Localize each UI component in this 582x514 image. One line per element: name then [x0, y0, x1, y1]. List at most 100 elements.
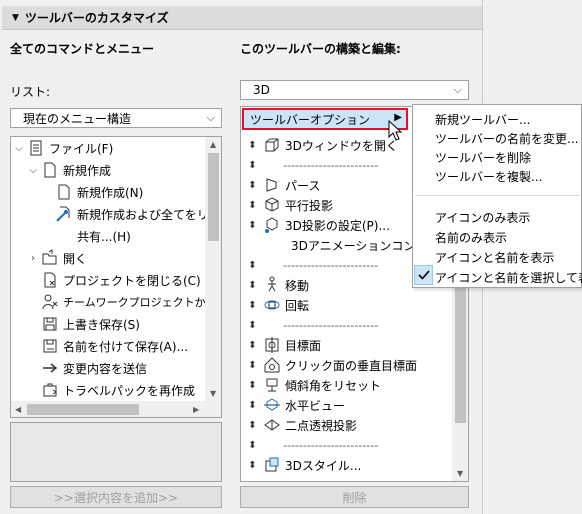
toolbar-options-menu[interactable]: 新規ツールバー... ツールバーの名前を変更... ツールバーを削除 ツールバー…: [412, 104, 582, 288]
delete-button[interactable]: 削除: [240, 486, 469, 508]
menu-item-new-toolbar[interactable]: 新規ツールバー...: [435, 111, 530, 128]
toolbar-row[interactable]: ⬍ 3D投影の設定(P)...: [241, 214, 441, 236]
drag-handle-icon[interactable]: ⬍: [245, 280, 259, 291]
tree-item[interactable]: 名前を付けて保存(A)...: [41, 335, 188, 357]
add-selection-button[interactable]: >>選択内容を追加>>: [10, 486, 222, 508]
toolbar-row-label: 移動: [285, 278, 310, 293]
parallel-projection-icon: [263, 196, 281, 214]
toolbar-row-label: 目標面: [285, 338, 322, 353]
toolbar-row-label: 傾斜角をリセット: [285, 378, 382, 393]
document-icon: [41, 161, 59, 179]
toolbar-row-label: 回転: [285, 298, 310, 313]
tree-item-label: トラベルパックを再作成: [63, 383, 196, 398]
scroll-thumb[interactable]: [208, 153, 219, 241]
drag-handle-icon[interactable]: ⬍: [245, 180, 259, 191]
menu-item-icons-and-selected-names[interactable]: アイコンと名前を選択して表示: [435, 269, 582, 286]
toolbar-select[interactable]: 3D ⌵: [240, 80, 469, 100]
drag-handle-icon[interactable]: ⬍: [245, 200, 259, 211]
horizontal-view-icon: [263, 396, 281, 414]
separator-line: ------------------------: [283, 438, 379, 452]
drag-handle-icon[interactable]: ⬍: [245, 380, 259, 391]
preview-area: [10, 422, 222, 482]
scroll-down-icon[interactable]: ▼: [210, 389, 216, 398]
drag-handle-icon[interactable]: ⬍: [245, 460, 259, 471]
separator-row[interactable]: ⬍ ------------------------: [241, 434, 441, 456]
menu-item-icons-and-names[interactable]: アイコンと名前を表示: [435, 249, 554, 266]
drag-handle-icon[interactable]: ⬍: [245, 420, 259, 431]
drag-handle-icon[interactable]: ⬍: [245, 300, 259, 311]
scroll-down-icon[interactable]: ▼: [457, 469, 463, 478]
save-icon: [41, 315, 59, 333]
tree-item[interactable]: 上書き保存(S): [41, 313, 140, 335]
tree-item[interactable]: 変更内容を送信: [41, 357, 147, 379]
drag-handle-icon[interactable]: ⬍: [245, 400, 259, 411]
tree-item[interactable]: › 開く: [27, 247, 87, 269]
menu-item-duplicate-toolbar[interactable]: ツールバーを複製...: [435, 168, 542, 185]
menu-item-names-only[interactable]: 名前のみ表示: [435, 229, 507, 246]
toolbar-row[interactable]: ⬍ 平行投影: [241, 194, 441, 216]
toolbar-options-row[interactable]: ツールバーオプション ▶: [242, 108, 408, 130]
tree-item[interactable]: ⌵ 新規作成: [27, 159, 111, 181]
collapse-triangle-icon[interactable]: ▼: [12, 13, 19, 23]
chevron-right-icon[interactable]: ›: [27, 253, 39, 264]
tree-item[interactable]: 共有...(H): [55, 225, 131, 247]
drag-handle-icon[interactable]: ⬍: [245, 440, 259, 451]
perspective-icon: [263, 176, 281, 194]
chevron-down-icon[interactable]: ⌵: [27, 165, 39, 176]
menu-item-rename-toolbar[interactable]: ツールバーの名前を変更...: [435, 130, 578, 147]
toolbar-row[interactable]: ⬍ 二点透視投影: [241, 414, 441, 436]
drag-handle-icon[interactable]: ⬍: [245, 260, 259, 271]
menu-item-icons-only[interactable]: アイコンのみ表示: [435, 209, 530, 226]
drag-handle-icon[interactable]: ⬍: [245, 340, 259, 351]
drag-handle-icon[interactable]: ⬍: [245, 220, 259, 231]
command-tree[interactable]: ⌵ ファイル(F) ⌵ 新規作成 新規作成(N) 新規作成および全てをリセット …: [10, 136, 222, 418]
toolbar-row[interactable]: ⬍ 水平ビュー: [241, 394, 441, 416]
toolbar-row[interactable]: ⬍ クリック面の垂直目標面: [241, 354, 441, 376]
scroll-right-icon[interactable]: ▶: [193, 405, 199, 414]
drag-handle-icon[interactable]: ⬍: [245, 160, 259, 171]
tree-item[interactable]: チームワークプロジェクトから退出: [41, 291, 222, 313]
separator-row[interactable]: ⬍ ------------------------: [241, 314, 441, 336]
toolbar-row[interactable]: ⬍ 移動: [241, 274, 441, 296]
toolbar-row[interactable]: ⬍ 3Dスタイル...: [241, 454, 441, 476]
chevron-down-icon: ⌵: [206, 111, 215, 124]
tree-item-label: 新規作成および全てをリセット: [77, 207, 221, 222]
scroll-left-icon[interactable]: ◀: [15, 405, 21, 414]
toolbar-row[interactable]: ⬍ 目標面: [241, 334, 441, 356]
perpendicular-plane-icon: [263, 356, 281, 374]
drag-handle-icon[interactable]: ⬍: [245, 140, 259, 151]
drag-handle-icon[interactable]: ⬍: [245, 320, 259, 331]
save-as-icon: [41, 337, 59, 355]
tree-vertical-scrollbar[interactable]: ▲ ▼: [205, 137, 221, 401]
section-header[interactable]: ▼ ツールバーのカスタマイズ: [2, 6, 482, 30]
separator-row[interactable]: ⬍ ------------------------: [241, 254, 441, 276]
tree-item[interactable]: プロジェクトを閉じる(C): [41, 269, 201, 291]
tree-item[interactable]: 新規作成(N): [55, 181, 143, 203]
tree-horizontal-scrollbar[interactable]: ◀ ▶: [11, 401, 221, 417]
chevron-down-icon[interactable]: ⌵: [13, 143, 25, 154]
tree-item-label: チームワークプロジェクトから退出: [63, 296, 222, 309]
toolbar-row[interactable]: ⬍ パース: [241, 174, 441, 196]
scroll-thumb[interactable]: [27, 404, 139, 415]
list-select[interactable]: 現在のメニュー構造 ⌵: [10, 108, 222, 128]
toolbar-row[interactable]: ⬍ 傾斜角をリセット: [241, 374, 441, 396]
orbit-icon: [263, 296, 281, 314]
3d-window-icon: [263, 136, 281, 154]
list-select-value: 現在のメニュー構造: [23, 111, 132, 126]
tree-item[interactable]: トラベルパックを再作成: [41, 379, 195, 401]
tree-item[interactable]: ⌵ ファイル(F): [13, 137, 113, 159]
drag-handle-icon[interactable]: ⬍: [245, 360, 259, 371]
toolbar-row[interactable]: ⬍ 3Dウィンドウを開く: [241, 134, 441, 156]
tree-item[interactable]: 新規作成および全てをリセット: [55, 203, 221, 225]
scroll-up-icon[interactable]: ▲: [210, 140, 216, 149]
target-plane-icon: [263, 336, 281, 354]
toolbar-row[interactable]: ⬍ 3Dアニメーションコントロール: [241, 234, 463, 256]
menu-item-delete-toolbar[interactable]: ツールバーを削除: [435, 149, 531, 166]
separator-row[interactable]: ⬍ ------------------------: [241, 154, 441, 176]
tree-item-label: 名前を付けて保存(A)...: [63, 339, 189, 354]
tree-item-label: 変更内容を送信: [63, 361, 148, 376]
menu-divider: [415, 195, 579, 196]
toolbar-row[interactable]: ⬍ 回転: [241, 294, 441, 316]
walk-icon: [263, 276, 281, 294]
reset-wand-icon: [55, 205, 73, 223]
